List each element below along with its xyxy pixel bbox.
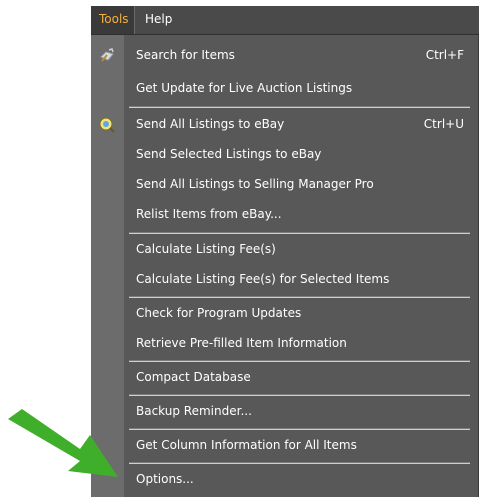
menu-item-calculate-listing-fees[interactable]: Calculate Listing Fee(s): [124, 234, 472, 264]
tools-dropdown-menu: Search for Items Ctrl+F Get Update for L…: [91, 35, 479, 497]
send-ebay-icon: [98, 115, 116, 133]
menu-item-send-selected-listings[interactable]: Send Selected Listings to eBay: [124, 139, 472, 169]
menu-item-label: Backup Reminder...: [136, 404, 252, 418]
menu-item-label: Compact Database: [136, 370, 251, 384]
menu-item-retrieve-prefilled-info[interactable]: Retrieve Pre-filled Item Information: [124, 328, 472, 358]
menu-item-send-to-selling-manager[interactable]: Send All Listings to Selling Manager Pro: [124, 169, 472, 199]
menu-item-search-for-items[interactable]: Search for Items Ctrl+F: [100, 40, 472, 70]
menu-item-label: Get Update for Live Auction Listings: [136, 81, 353, 95]
menu-item-label: Calculate Listing Fee(s): [136, 242, 276, 256]
menu-item-backup-reminder[interactable]: Backup Reminder...: [124, 396, 472, 426]
menu-item-relist-items[interactable]: Relist Items from eBay...: [124, 199, 472, 229]
menu-item-shortcut: Ctrl+F: [425, 48, 464, 62]
menu-item-label: Send All Listings to Selling Manager Pro: [136, 177, 374, 191]
menu-item-label: Retrieve Pre-filled Item Information: [136, 336, 347, 350]
menu-item-check-program-updates[interactable]: Check for Program Updates: [124, 298, 472, 328]
menu-item-options[interactable]: Options...: [124, 464, 472, 494]
menu-item-shortcut: Ctrl+U: [423, 117, 464, 131]
green-arrow-icon: [8, 409, 118, 477]
menu-item-label: Calculate Listing Fee(s) for Selected It…: [136, 272, 390, 286]
menu-item-label: Check for Program Updates: [136, 306, 302, 320]
menu-item-label: Send Selected Listings to eBay: [136, 147, 322, 161]
menu-item-label: Options...: [136, 472, 194, 486]
menu-item-get-column-information[interactable]: Get Column Information for All Items: [124, 430, 472, 460]
menu-separator: [129, 106, 470, 108]
menu-bar: Tools Help: [91, 6, 479, 35]
menu-item-label: Send All Listings to eBay: [136, 117, 285, 131]
menu-item-label: Relist Items from eBay...: [136, 207, 282, 221]
search-items-icon: [98, 46, 116, 64]
menu-item-label: Search for Items: [136, 48, 235, 62]
menu-item-calculate-fees-selected[interactable]: Calculate Listing Fee(s) for Selected It…: [124, 264, 472, 294]
menu-item-label: Get Column Information for All Items: [136, 438, 357, 452]
menu-tools[interactable]: Tools: [91, 6, 135, 34]
menu-item-compact-database[interactable]: Compact Database: [124, 362, 472, 392]
menu-item-get-update-live-auction[interactable]: Get Update for Live Auction Listings: [124, 73, 472, 103]
menu-item-send-all-listings[interactable]: Send All Listings to eBay Ctrl+U: [99, 109, 472, 139]
menu-help[interactable]: Help: [137, 6, 180, 34]
